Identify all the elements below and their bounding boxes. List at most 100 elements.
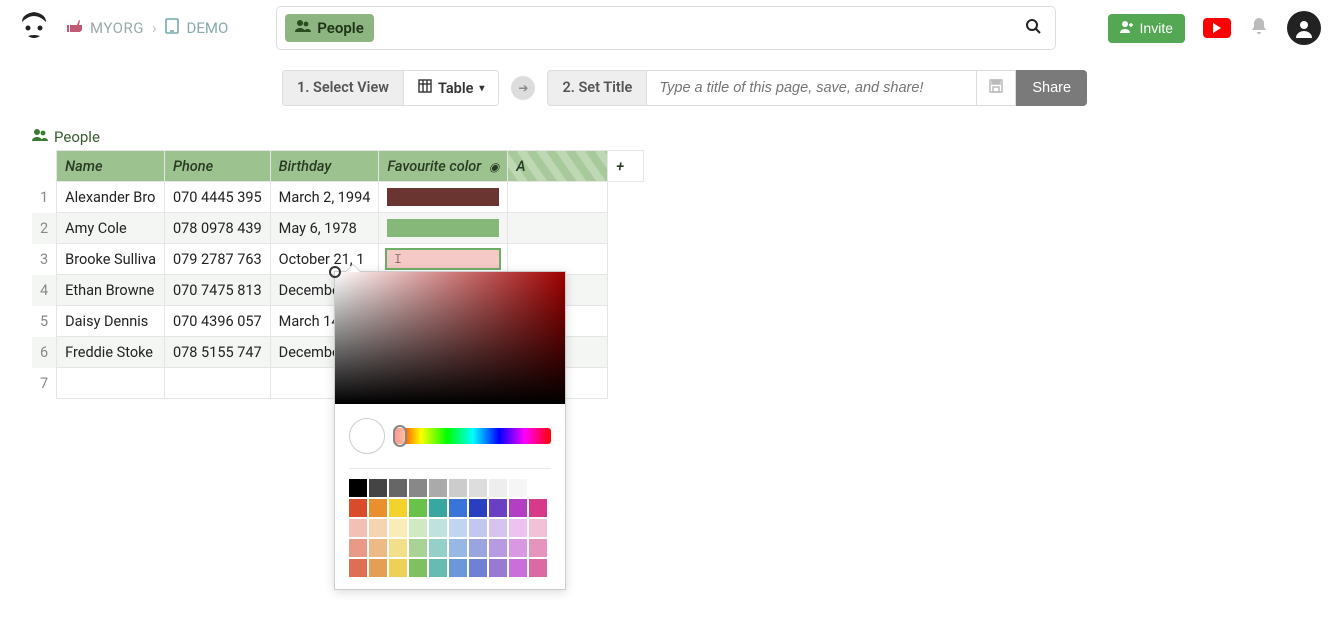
cell-phone[interactable]: 070 7475 813 [164,275,270,306]
palette-color[interactable] [429,559,447,577]
col-phone[interactable]: Phone [164,151,270,182]
table-row[interactable]: 1 Alexander Bro 070 4445 395 March 2, 19… [32,182,644,213]
palette-color[interactable] [389,499,407,517]
palette-color[interactable] [409,539,427,557]
saturation-value-area[interactable] [335,272,565,404]
palette-color[interactable] [409,479,427,497]
palette-color[interactable] [489,539,507,557]
add-column-button[interactable]: + [608,151,644,182]
palette-color[interactable] [389,519,407,537]
cell-phone[interactable]: 079 2787 763 [164,244,270,275]
breadcrumb-org[interactable]: MYORG [90,19,144,37]
palette-color[interactable] [489,499,507,517]
palette-color[interactable] [469,559,487,577]
cell-favcolor[interactable] [379,182,508,213]
hue-thumb-icon[interactable] [393,425,407,447]
palette-color[interactable] [369,479,387,497]
invite-button[interactable]: Invite [1108,14,1185,43]
thumbs-up-icon[interactable] [66,18,82,38]
youtube-icon[interactable] [1203,18,1231,38]
palette-color[interactable] [369,499,387,517]
cell-name[interactable]: Brooke Sulliva [57,244,165,275]
palette-color[interactable] [389,479,407,497]
search-chip-people[interactable]: People [285,14,374,42]
cell-phone[interactable]: 078 0978 439 [164,213,270,244]
palette-color[interactable] [469,539,487,557]
palette-color[interactable] [529,499,547,517]
palette-color[interactable] [509,499,527,517]
palette-color[interactable] [349,559,367,577]
cell-phone[interactable]: 070 4396 057 [164,306,270,337]
palette-color[interactable] [509,539,527,557]
sv-cursor-icon[interactable] [329,266,341,278]
palette-color[interactable] [529,539,547,557]
cell-name[interactable] [57,368,165,399]
palette-color[interactable] [469,519,487,537]
cell-birthday[interactable]: May 6, 1978 [270,213,379,244]
palette-color[interactable] [429,539,447,557]
palette-color[interactable] [429,479,447,497]
palette-color[interactable] [509,519,527,537]
col-extra[interactable]: A [508,151,608,182]
palette-color[interactable] [469,499,487,517]
palette-color[interactable] [429,499,447,517]
hue-slider[interactable] [395,428,551,444]
palette-color[interactable] [449,499,467,517]
breadcrumb-project[interactable]: DEMO [164,18,228,38]
table-row[interactable]: 2 Amy Cole 078 0978 439 May 6, 1978 [32,213,644,244]
col-birthday[interactable]: Birthday [270,151,379,182]
palette-color[interactable] [489,519,507,537]
col-favourite-color[interactable]: Favourite color ◉ [379,151,508,182]
view-type-dropdown[interactable]: Table ▾ [404,70,499,106]
search-bar[interactable]: People [276,6,1056,50]
palette-color[interactable] [369,519,387,537]
cell-phone[interactable] [164,368,270,399]
search-icon[interactable] [1020,19,1047,38]
palette-color[interactable] [429,519,447,537]
share-button[interactable]: Share [1016,70,1087,106]
step-select-view[interactable]: 1. Select View [282,70,404,106]
cell-extra[interactable] [508,213,608,244]
step-set-title[interactable]: 2. Set Title [547,70,647,106]
palette-color[interactable] [509,479,527,497]
cell-extra[interactable] [508,244,608,275]
bell-icon[interactable] [1249,16,1269,41]
cell-extra[interactable] [508,182,608,213]
palette-color[interactable] [489,559,507,577]
user-avatar[interactable] [1287,11,1321,45]
palette-color[interactable] [529,479,547,497]
palette-color[interactable] [409,519,427,537]
palette-color[interactable] [369,559,387,577]
page-title-input[interactable] [647,70,977,106]
cell-favcolor-editing[interactable]: 𝙸 [379,244,508,275]
palette-color[interactable] [389,559,407,577]
palette-color[interactable] [449,539,467,557]
cell-name[interactable]: Amy Cole [57,213,165,244]
palette-color[interactable] [529,519,547,537]
palette-color[interactable] [349,519,367,537]
cell-name[interactable]: Freddie Stoke [57,337,165,368]
palette-color[interactable] [369,539,387,557]
palette-color[interactable] [509,559,527,577]
palette-color[interactable] [449,559,467,577]
palette-color[interactable] [469,479,487,497]
cell-name[interactable]: Ethan Browne [57,275,165,306]
cell-favcolor[interactable] [379,213,508,244]
cell-phone[interactable]: 078 5155 747 [164,337,270,368]
palette-color[interactable] [389,539,407,557]
save-button[interactable] [977,70,1016,106]
palette-color[interactable] [349,499,367,517]
palette-color[interactable] [449,479,467,497]
palette-color[interactable] [349,479,367,497]
palette-color[interactable] [489,479,507,497]
palette-color[interactable] [449,519,467,537]
cell-name[interactable]: Daisy Dennis [57,306,165,337]
col-name[interactable]: Name [57,151,165,182]
palette-color[interactable] [409,499,427,517]
palette-color[interactable] [409,559,427,577]
app-logo[interactable] [14,8,54,48]
cell-birthday[interactable]: March 2, 1994 [270,182,379,213]
cell-birthday[interactable]: October 21, 1 [270,244,379,275]
step-advance-icon[interactable]: ➔ [511,76,535,100]
cell-name[interactable]: Alexander Bro [57,182,165,213]
